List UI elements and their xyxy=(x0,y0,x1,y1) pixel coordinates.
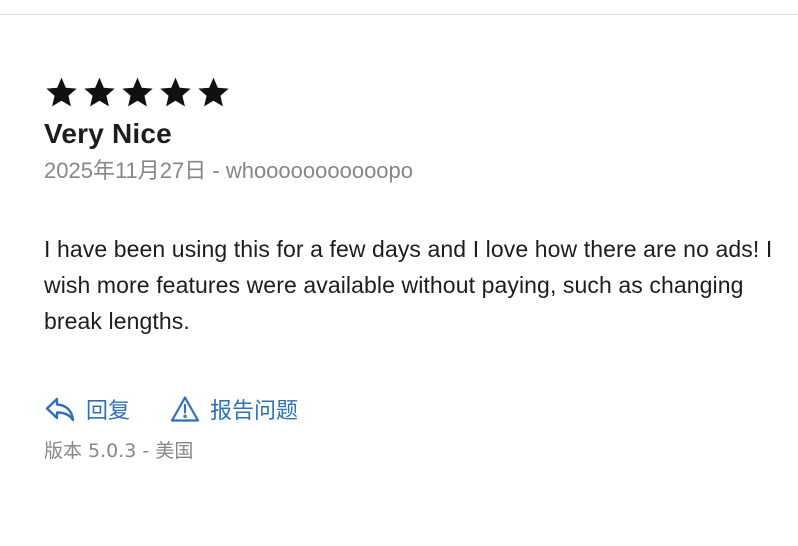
star-icon xyxy=(46,77,77,106)
review-actions: 回复 报告问题 xyxy=(44,392,784,426)
region-label: 美国 xyxy=(155,440,194,462)
top-divider xyxy=(0,14,798,15)
star-rating xyxy=(44,70,784,114)
review-meta: 2025年11月27日 - whooooooooooopo xyxy=(44,157,784,185)
review-page: Very Nice 2025年11月27日 - whooooooooooopo … xyxy=(0,0,798,546)
report-problem-button[interactable]: 报告问题 xyxy=(170,393,298,425)
reply-button[interactable]: 回复 xyxy=(44,393,130,425)
version-separator: - xyxy=(136,440,156,462)
star-icon xyxy=(160,77,191,106)
report-problem-label: 报告问题 xyxy=(210,399,299,424)
star-icon xyxy=(84,77,115,106)
version-info: 版本 5.0.3 - 美国 xyxy=(44,438,784,464)
review-card: Very Nice 2025年11月27日 - whooooooooooopo … xyxy=(44,70,784,464)
reply-label: 回复 xyxy=(86,399,131,424)
star-icon xyxy=(198,77,229,106)
meta-separator: - xyxy=(206,158,226,183)
review-author: whooooooooooopo xyxy=(225,158,414,183)
warning-triangle-icon xyxy=(170,395,200,423)
version-label: 版本 5.0.3 xyxy=(44,440,137,462)
review-date: 2025年11月27日 xyxy=(44,158,207,183)
star-icon xyxy=(122,77,153,106)
review-body: I have been using this for a few days an… xyxy=(44,236,773,334)
reply-arrow-icon xyxy=(44,395,76,423)
review-title: Very Nice xyxy=(44,118,172,149)
